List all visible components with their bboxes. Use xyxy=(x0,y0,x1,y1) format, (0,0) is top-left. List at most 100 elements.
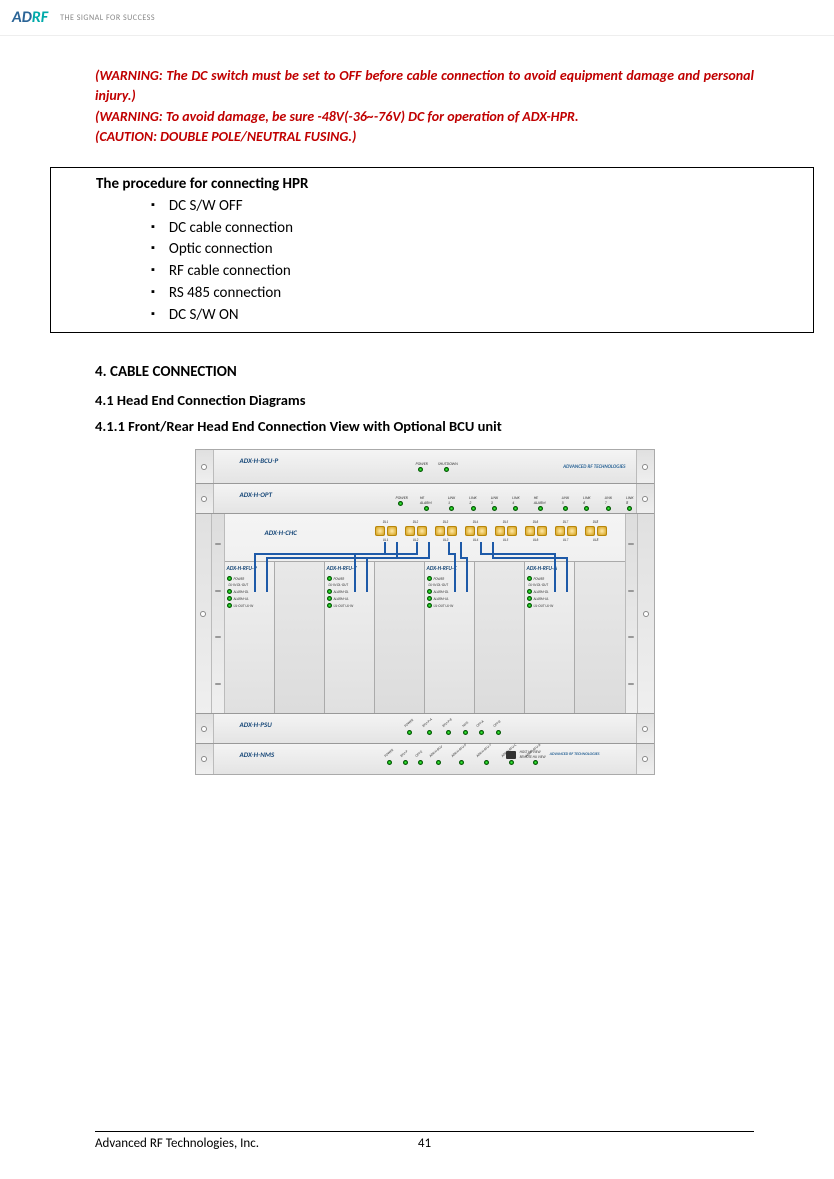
rfu-slot: ADX-H-RFU-A POWER DL-IN DL-OUT ALARM-DL … xyxy=(525,562,575,713)
led xyxy=(327,603,332,608)
procedure-item: RF cable connection xyxy=(151,261,805,283)
rfu-slot: ADX-H-RFU-C POWER DL-IN DL-OUT ALARM-DL … xyxy=(425,562,475,713)
port-group: DL7UL7 xyxy=(555,520,577,542)
psu-module: ADX-H-PSU POWER RFU-P-A RFU-P-B NMS OPT-… xyxy=(214,714,636,743)
procedure-item: DC S/W ON xyxy=(151,305,805,327)
page-header: ADRF THE SIGNAL FOR SUCCESS xyxy=(0,0,834,36)
bcu-module: ADX-H-BCU-P POWER SHUTDOWN ADVANCED RF T… xyxy=(214,450,636,483)
port-group: DL1UL1 xyxy=(375,520,397,542)
led xyxy=(327,589,332,594)
rack-ear xyxy=(196,514,212,713)
sma-port xyxy=(507,526,517,536)
port-group: DL8UL8 xyxy=(585,520,607,542)
connection-diagram: ADX-H-BCU-P POWER SHUTDOWN ADVANCED RF T… xyxy=(195,449,655,775)
led xyxy=(387,760,392,765)
port-group: DL5UL5 xyxy=(495,520,517,542)
brand-text: ADVANCED RF TECHNOLOGIES xyxy=(550,752,600,757)
led xyxy=(527,603,532,608)
sma-port xyxy=(537,526,547,536)
rfu-slots: ADX-H-RFU-P POWER DL-IN DL-OUT ALARM-DL … xyxy=(225,562,625,713)
led xyxy=(627,506,632,511)
chc-area: ADX-H-CHC DL1UL1 DL2UL2 DL3UL3 DL4UL4 DL… xyxy=(225,514,625,713)
warning-3: (CAUTION: DOUBLE POLE/NEUTRAL FUSING.) xyxy=(95,127,754,147)
rack-ear xyxy=(636,744,654,774)
sma-port xyxy=(447,526,457,536)
chc-module: ADX-H-CHC DL1UL1 DL2UL2 DL3UL3 DL4UL4 DL… xyxy=(225,514,625,562)
bcu-leds: POWER SHUTDOWN xyxy=(414,462,458,472)
warning-1: (WARNING: The DC switch must be set to O… xyxy=(95,66,754,107)
led xyxy=(427,576,432,581)
rack-ear xyxy=(636,450,654,483)
port-group: DL4UL4 xyxy=(465,520,487,542)
led xyxy=(403,760,408,765)
led xyxy=(527,596,532,601)
led xyxy=(227,589,232,594)
led xyxy=(427,730,432,735)
warning-2: (WARNING: To avoid damage, be sure -48V(… xyxy=(95,107,754,127)
tagline: THE SIGNAL FOR SUCCESS xyxy=(60,13,155,23)
sma-port xyxy=(567,526,577,536)
sma-port xyxy=(525,526,535,536)
rack-ear xyxy=(196,484,214,513)
rack-ear xyxy=(637,514,653,713)
led xyxy=(509,760,514,765)
rfu-label: ADX-H-RFU-P xyxy=(227,566,272,572)
logo: ADRF xyxy=(12,8,48,27)
opt-row: ADX-H-OPT POWER HE ALARM LINK 1 LINK 2 L… xyxy=(196,484,654,514)
led xyxy=(492,506,497,511)
led xyxy=(227,596,232,601)
rfu-slot: ADX-H-RFU-P POWER DL-IN DL-OUT ALARM-DL … xyxy=(225,562,275,713)
opt-module: ADX-H-OPT POWER HE ALARM LINK 1 LINK 2 L… xyxy=(214,484,636,513)
led xyxy=(563,506,568,511)
nms-right-panel: HOST HE VIEW REMOTE HU VIEW ADVANCED RF … xyxy=(506,750,600,758)
chc-row: ADX-H-CHC DL1UL1 DL2UL2 DL3UL3 DL4UL4 DL… xyxy=(196,514,654,714)
led xyxy=(327,596,332,601)
sma-port xyxy=(495,526,505,536)
sma-port xyxy=(597,526,607,536)
led xyxy=(446,730,451,735)
sma-port xyxy=(405,526,415,536)
rfu-slot: ADX-H-RFU-7 POWER DL-IN DL-OUT ALARM-DL … xyxy=(325,562,375,713)
empty-slot xyxy=(575,562,625,713)
led xyxy=(538,506,543,511)
led xyxy=(484,760,489,765)
rack-ear xyxy=(636,714,654,743)
led xyxy=(527,576,532,581)
led xyxy=(496,730,501,735)
sma-port xyxy=(555,526,565,536)
port-group: DL2UL2 xyxy=(405,520,427,542)
logo-rf: RF xyxy=(32,8,48,27)
procedure-item: DC cable connection xyxy=(151,218,805,240)
opt-leds: POWER HE ALARM LINK 1 LINK 2 LINK 3 LINK… xyxy=(394,496,636,511)
led xyxy=(606,506,611,511)
footer-company: Advanced RF Technologies, Inc. xyxy=(95,1136,259,1151)
rfu-label: ADX-H-RFU-C xyxy=(427,566,472,572)
psu-row: ADX-H-PSU POWER RFU-P-A RFU-P-B NMS OPT-… xyxy=(196,714,654,744)
rfu-label: ADX-H-RFU-A xyxy=(527,566,572,572)
warnings-block: (WARNING: The DC switch must be set to O… xyxy=(95,66,754,147)
page-footer: Advanced RF Technologies, Inc. 41 xyxy=(95,1131,754,1151)
rack-ear xyxy=(196,744,214,774)
bcu-label: ADX-H-BCU-P xyxy=(240,456,279,465)
bcu-row: ADX-H-BCU-P POWER SHUTDOWN ADVANCED RF T… xyxy=(196,450,654,484)
sma-port xyxy=(375,526,385,536)
sma-port xyxy=(387,526,397,536)
sma-port xyxy=(477,526,487,536)
brand-text: ADVANCED RF TECHNOLOGIES xyxy=(563,464,625,470)
led xyxy=(424,506,429,511)
led xyxy=(427,589,432,594)
nms-module: ADX-H-NMS POWER RFU-P OPT-E ADX-H-BCU AD… xyxy=(214,744,636,774)
chassis-side xyxy=(212,514,225,713)
logo-ad: AD xyxy=(12,8,32,27)
led xyxy=(471,506,476,511)
led xyxy=(227,603,232,608)
nms-label: ADX-H-NMS xyxy=(240,750,275,759)
nms-host-label: HOST HE VIEW REMOTE HU VIEW xyxy=(520,750,546,758)
port-group: DL6UL6 xyxy=(525,520,547,542)
led xyxy=(407,730,412,735)
procedure-item: RS 485 connection xyxy=(151,283,805,305)
led xyxy=(527,589,532,594)
led xyxy=(513,506,518,511)
rack-ear xyxy=(636,484,654,513)
nms-row: ADX-H-NMS POWER RFU-P OPT-E ADX-H-BCU AD… xyxy=(196,744,654,774)
